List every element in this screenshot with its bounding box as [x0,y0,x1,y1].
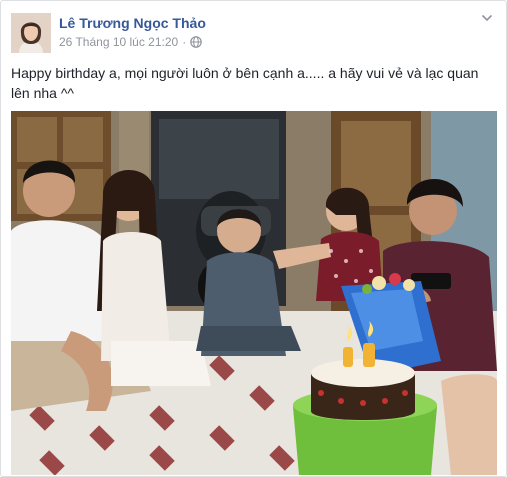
author-name-link[interactable]: Lê Trương Ngọc Thảo [59,15,206,31]
post-timestamp[interactable]: 26 Tháng 10 lúc 21:20 [59,35,178,49]
globe-icon[interactable] [190,36,203,48]
post-photo[interactable] [11,111,497,475]
feed-post: Lê Trương Ngọc Thảo 26 Tháng 10 lúc 21:2… [0,0,507,477]
meta-separator: · [182,35,187,49]
avatar-image [11,13,51,53]
chevron-down-icon[interactable] [480,11,494,25]
post-header: Lê Trương Ngọc Thảo 26 Tháng 10 lúc 21:2… [11,11,496,55]
post-message: Happy birthday a, mọi người luôn ở bên c… [11,65,479,101]
post-meta: 26 Tháng 10 lúc 21:20 · [59,35,203,49]
author-avatar[interactable] [11,13,51,53]
photo-illustration [11,111,497,475]
